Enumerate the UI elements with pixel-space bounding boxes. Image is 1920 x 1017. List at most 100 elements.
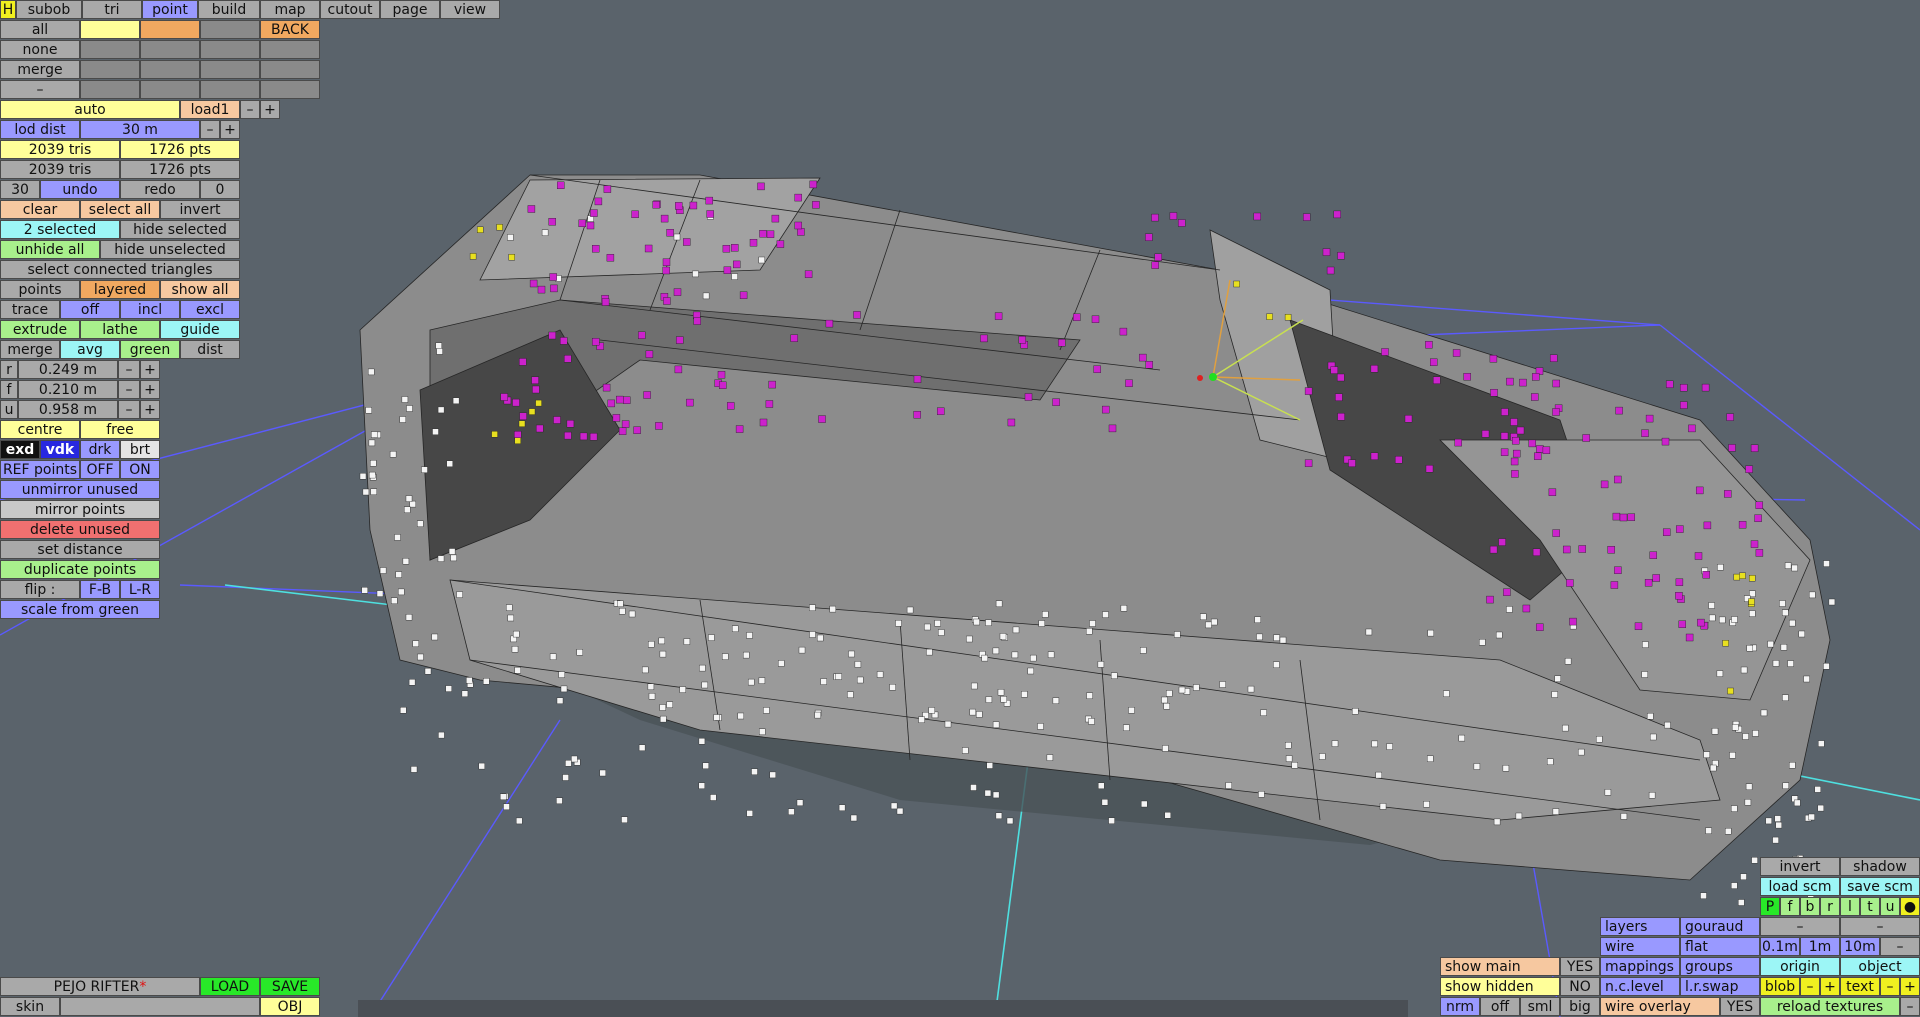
slot-3-4[interactable] xyxy=(260,60,320,79)
origin-button[interactable]: origin xyxy=(1760,957,1840,976)
view-p[interactable]: P xyxy=(1760,897,1780,916)
reload-textures-button[interactable]: reload textures xyxy=(1760,997,1900,1016)
hide-unselected-button[interactable]: hide unselected xyxy=(100,240,240,259)
lod-auto-button[interactable]: auto xyxy=(0,100,180,119)
duplicate-points-button[interactable]: duplicate points xyxy=(0,560,160,579)
view-b[interactable]: b xyxy=(1800,897,1820,916)
lod-minus-button[interactable]: – xyxy=(240,100,260,119)
lod-plus-button[interactable]: + xyxy=(260,100,280,119)
tab-point[interactable]: point xyxy=(142,0,198,19)
unhide-all-button[interactable]: unhide all xyxy=(0,240,100,259)
redo-button[interactable]: redo xyxy=(120,180,200,199)
delete-unused-button[interactable]: delete unused xyxy=(0,520,160,539)
blob-minus[interactable]: – xyxy=(1800,977,1820,996)
tab-cutout[interactable]: cutout xyxy=(320,0,380,19)
skin-button[interactable]: skin xyxy=(0,997,60,1016)
shadow-button[interactable]: shadow xyxy=(1840,857,1920,876)
points-mode[interactable]: points xyxy=(0,280,80,299)
groups-button[interactable]: groups xyxy=(1680,957,1760,976)
text-plus[interactable]: + xyxy=(1900,977,1920,996)
slot-4-1[interactable] xyxy=(80,80,140,99)
tab-h[interactable]: H xyxy=(0,0,16,19)
nc-level-button[interactable]: n.c.level xyxy=(1600,977,1680,996)
obj-button[interactable]: OBJ xyxy=(260,997,320,1016)
flat-button[interactable]: flat xyxy=(1680,937,1760,956)
view-r[interactable]: r xyxy=(1820,897,1840,916)
wire-overlay-yes[interactable]: YES xyxy=(1720,997,1760,1016)
tab-build[interactable]: build xyxy=(198,0,260,19)
3d-viewport[interactable] xyxy=(0,0,1920,1017)
set-distance-button[interactable]: set distance xyxy=(0,540,160,559)
centre-button[interactable]: centre xyxy=(0,420,80,439)
slot-1-2[interactable] xyxy=(140,20,200,39)
shade-drk[interactable]: drk xyxy=(80,440,120,459)
undo-button[interactable]: undo xyxy=(40,180,120,199)
show-all-button[interactable]: show all xyxy=(160,280,240,299)
shade-vdk[interactable]: vdk xyxy=(40,440,80,459)
merge-button[interactable]: merge xyxy=(0,340,60,359)
slot-2-4[interactable] xyxy=(260,40,320,59)
nrm-button[interactable]: nrm xyxy=(1440,997,1480,1016)
lod-dist-minus[interactable]: – xyxy=(200,120,220,139)
layered-mode[interactable]: layered xyxy=(80,280,160,299)
slot-4-4[interactable] xyxy=(260,80,320,99)
trace-incl[interactable]: incl xyxy=(120,300,180,319)
f-value[interactable]: 0.210 m xyxy=(18,380,118,399)
u-minus[interactable]: – xyxy=(118,400,140,419)
u-value[interactable]: 0.958 m xyxy=(18,400,118,419)
f-minus[interactable]: – xyxy=(118,380,140,399)
view-u[interactable]: u xyxy=(1880,897,1900,916)
scale-dash[interactable]: – xyxy=(1880,937,1920,956)
sml-button[interactable]: sml xyxy=(1520,997,1560,1016)
lod-dist-plus[interactable]: + xyxy=(220,120,240,139)
lod-dist-value[interactable]: 30 m xyxy=(80,120,200,139)
scale-from-green-button[interactable]: scale from green xyxy=(0,600,160,619)
load-scm-button[interactable]: load scm xyxy=(1760,877,1840,896)
select-all-button[interactable]: select all xyxy=(80,200,160,219)
lr-swap-button[interactable]: l.r.swap xyxy=(1680,977,1760,996)
slot-2-3[interactable] xyxy=(200,40,260,59)
lod-level[interactable]: load1 xyxy=(180,100,240,119)
u-plus[interactable]: + xyxy=(140,400,160,419)
text-button[interactable]: text xyxy=(1840,977,1880,996)
shade-exd[interactable]: exd xyxy=(0,440,40,459)
select-all-points[interactable]: all xyxy=(0,20,80,39)
slot-3-1[interactable] xyxy=(80,60,140,79)
tab-subob[interactable]: subob xyxy=(16,0,82,19)
text-minus[interactable]: – xyxy=(1880,977,1900,996)
tab-view[interactable]: view xyxy=(440,0,500,19)
br-dash-2[interactable]: – xyxy=(1840,917,1920,936)
blob-plus[interactable]: + xyxy=(1820,977,1840,996)
green-button[interactable]: green xyxy=(120,340,180,359)
tab-tri[interactable]: tri xyxy=(82,0,142,19)
lathe-button[interactable]: lathe xyxy=(80,320,160,339)
gouraud-button[interactable]: gouraud xyxy=(1680,917,1760,936)
slot-3-2[interactable] xyxy=(140,60,200,79)
flip-lr-button[interactable]: L-R xyxy=(120,580,160,599)
invert-view-button[interactable]: invert xyxy=(1760,857,1840,876)
select-connected-button[interactable]: select connected triangles xyxy=(0,260,240,279)
reload-dash[interactable]: – xyxy=(1900,997,1920,1016)
off-button[interactable]: off xyxy=(1480,997,1520,1016)
object-button[interactable]: object xyxy=(1840,957,1920,976)
view-l[interactable]: l xyxy=(1840,897,1860,916)
flip-fb-button[interactable]: F-B xyxy=(80,580,120,599)
r-minus[interactable]: – xyxy=(118,360,140,379)
view-t[interactable]: t xyxy=(1860,897,1880,916)
layers-button[interactable]: layers xyxy=(1600,917,1680,936)
dist-button[interactable]: dist xyxy=(180,340,240,359)
ref-off[interactable]: OFF xyxy=(80,460,120,479)
guide-button[interactable]: guide xyxy=(160,320,240,339)
merge-row[interactable]: merge xyxy=(0,60,80,79)
mappings-button[interactable]: mappings xyxy=(1600,957,1680,976)
view-f[interactable]: f xyxy=(1780,897,1800,916)
scale-0-1m[interactable]: 0.1m xyxy=(1760,937,1800,956)
slot-3-3[interactable] xyxy=(200,60,260,79)
trace-off[interactable]: off xyxy=(60,300,120,319)
blob-button[interactable]: blob xyxy=(1760,977,1800,996)
save-scm-button[interactable]: save scm xyxy=(1840,877,1920,896)
slot-1-1[interactable] xyxy=(80,20,140,39)
load-button[interactable]: LOAD xyxy=(200,977,260,996)
horizontal-scrollbar[interactable] xyxy=(358,1000,1408,1017)
skin-field[interactable] xyxy=(60,997,260,1016)
